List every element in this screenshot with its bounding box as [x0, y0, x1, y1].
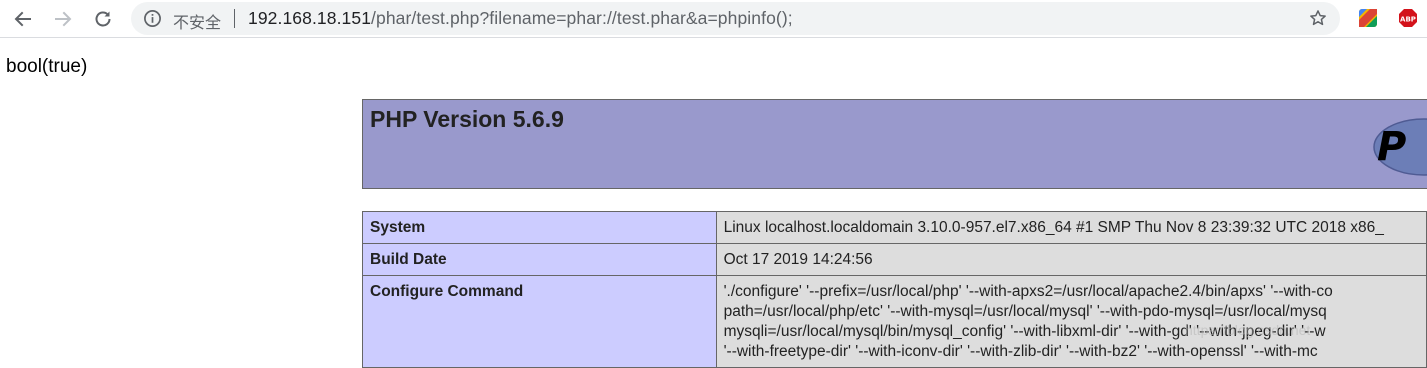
row-label: Build Date: [362, 243, 717, 276]
php-logo-text: P: [1377, 124, 1406, 170]
row-value-line: Linux localhost.localdomain 3.10.0-957.e…: [723, 219, 1384, 236]
watermark: https://blog.csdn.net: [1185, 322, 1311, 338]
star-icon[interactable]: [1308, 8, 1328, 28]
row-value-line: Oct 17 2019 14:24:56: [723, 251, 873, 268]
address-bar[interactable]: 不安全 192.168.18.151/phar/test.php?filenam…: [131, 2, 1340, 35]
info-icon[interactable]: [143, 9, 162, 28]
url-text[interactable]: 192.168.18.151/phar/test.php?filename=ph…: [248, 8, 793, 29]
phpinfo-table: System Linux localhost.localdomain 3.10.0…: [362, 211, 1427, 368]
php-logo: P: [1373, 118, 1427, 176]
result-output: bool(true): [6, 56, 88, 77]
adblock-label: ABP: [1400, 16, 1416, 24]
back-arrow-icon[interactable]: [10, 6, 36, 32]
row-value-line: mysqli=/usr/local/mysql/bin/mysql_config…: [723, 323, 1326, 340]
security-label[interactable]: 不安全: [173, 9, 221, 33]
table-row: System Linux localhost.localdomain 3.10.0…: [362, 211, 1427, 244]
row-label: System: [362, 211, 717, 244]
adblock-plus-icon[interactable]: ABP: [1398, 8, 1418, 28]
page-title: PHP Version 5.6.9: [370, 106, 564, 132]
url-host: 192.168.18.151: [248, 8, 372, 28]
reload-icon[interactable]: [90, 6, 116, 32]
row-value-line: './configure' '--prefix=/usr/local/php' …: [723, 283, 1333, 300]
row-value: Linux localhost.localdomain 3.10.0-957.e…: [715, 211, 1427, 244]
url-path: /phar/test.php?filename=phar://test.phar…: [371, 8, 793, 28]
forward-arrow-icon[interactable]: [50, 6, 76, 32]
php-version-header: PHP Version 5.6.9 P: [362, 99, 1427, 189]
row-value-line: '--with-freetype-dir' '--with-iconv-dir'…: [723, 343, 1318, 360]
row-label: Configure Command: [362, 275, 717, 368]
row-value-line: path=/usr/local/php/etc' '--with-mysql=/…: [723, 303, 1327, 320]
browser-toolbar: 不安全 192.168.18.151/phar/test.php?filenam…: [0, 0, 1427, 38]
row-value: Oct 17 2019 14:24:56: [715, 243, 1427, 276]
divider: [234, 9, 235, 28]
table-row: Build Date Oct 17 2019 14:24:56: [362, 243, 1427, 276]
row-value: './configure' '--prefix=/usr/local/php' …: [715, 275, 1427, 368]
colorful-extension-icon[interactable]: [1358, 8, 1378, 28]
